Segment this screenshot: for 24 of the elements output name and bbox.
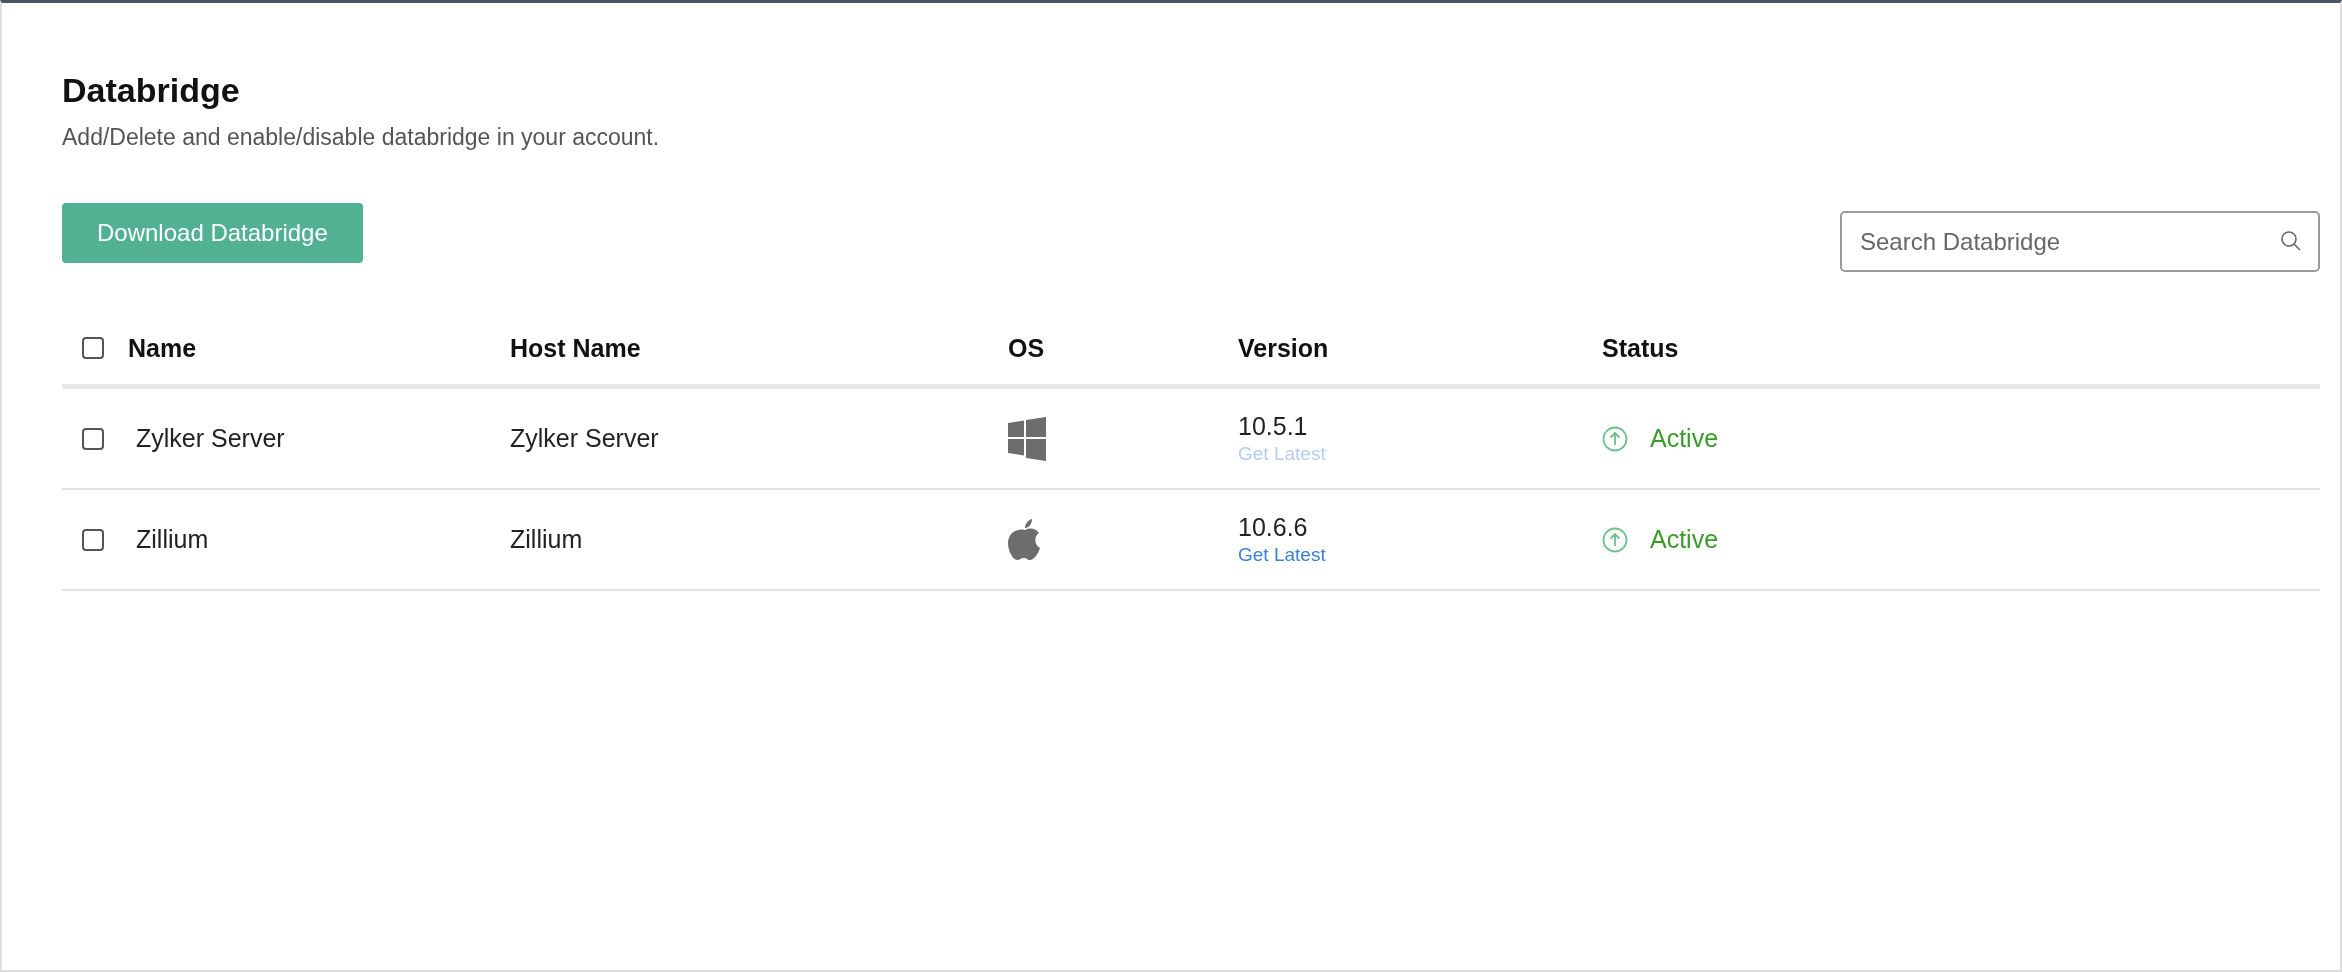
page-subtitle: Add/Delete and enable/disable databridge in your account. xyxy=(62,124,661,151)
host-name-cell: Zylker Server xyxy=(510,424,659,452)
row-checkbox[interactable] xyxy=(82,528,104,551)
status-text: Active xyxy=(1650,525,1719,554)
version-text: 10.5.1 xyxy=(1238,412,1308,441)
column-header: Status xyxy=(1602,333,1679,362)
host-name-cell: Zillium xyxy=(510,525,583,553)
column-header: OS xyxy=(1008,333,1045,363)
windows-logo-icon xyxy=(1008,414,1046,463)
select-all-checkbox[interactable] xyxy=(82,337,104,359)
name-cell: Zylker Server xyxy=(136,424,285,452)
column-header: Version xyxy=(1238,333,1329,362)
status-text: Active xyxy=(1650,424,1719,453)
search-icon xyxy=(2280,230,2302,252)
get-latest-link[interactable]: Get Latest xyxy=(1238,544,1326,566)
apple-logo-icon xyxy=(1008,518,1042,561)
column-header: Name xyxy=(128,333,197,362)
version-text: 10.6.6 xyxy=(1238,513,1308,542)
search-field[interactable]: Search Databridge xyxy=(1840,211,2320,272)
name-cell: Zillium xyxy=(136,525,209,553)
download-button[interactable]: Download Databridge xyxy=(62,203,363,263)
column-header: Host Name xyxy=(510,333,641,362)
page-title: Databridge xyxy=(62,71,241,110)
row-checkbox[interactable] xyxy=(82,427,104,450)
